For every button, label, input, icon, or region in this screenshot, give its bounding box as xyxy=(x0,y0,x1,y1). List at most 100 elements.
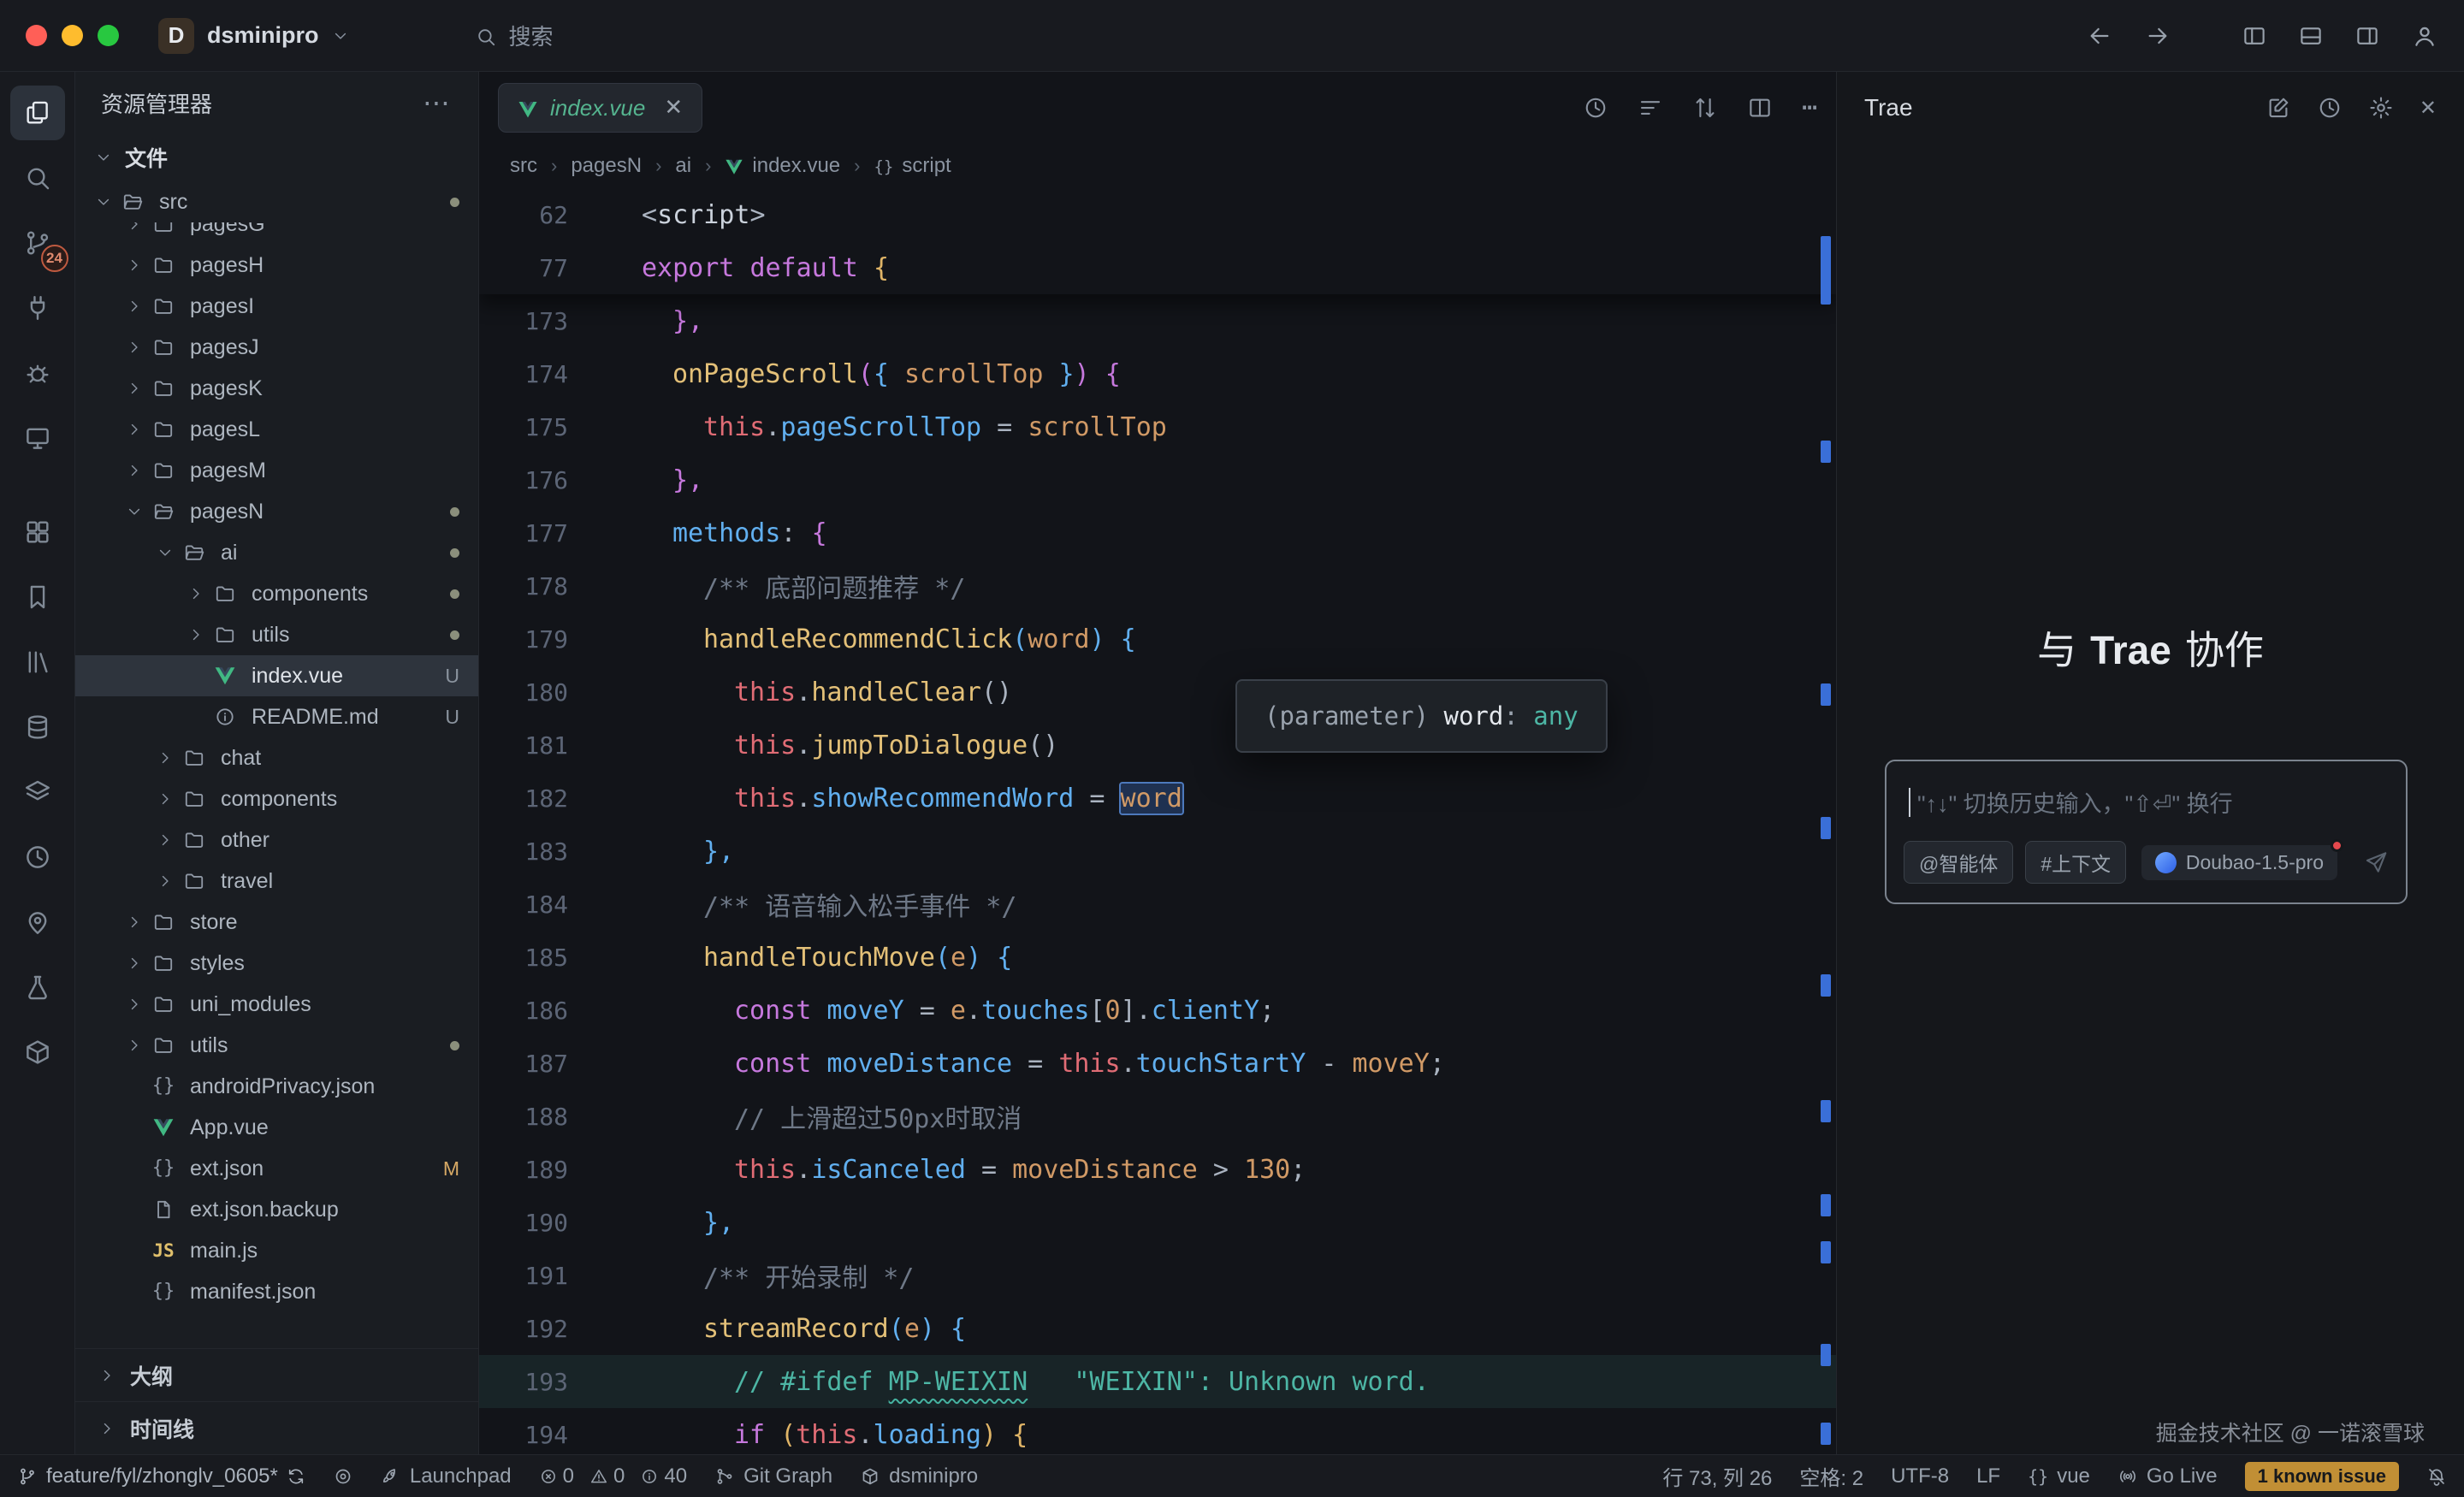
compare-button[interactable] xyxy=(1692,95,1718,121)
forward-button[interactable] xyxy=(2144,22,2171,50)
git-graph[interactable]: Git Graph xyxy=(714,1464,832,1488)
activity-explorer[interactable] xyxy=(10,86,65,140)
close-tab-icon[interactable]: ✕ xyxy=(664,95,683,121)
go-live[interactable]: Go Live xyxy=(2118,1464,2218,1488)
tree-item-ai[interactable]: ai xyxy=(75,532,478,573)
tree-item-index.vue[interactable]: index.vueU xyxy=(75,655,478,696)
tree-item-store[interactable]: store xyxy=(75,902,478,943)
more-icon[interactable]: ⋯ xyxy=(423,86,453,119)
timeline-section[interactable]: 时间线 xyxy=(75,1401,478,1454)
code-line-173[interactable]: 173}, xyxy=(479,294,1836,347)
activity-testing[interactable] xyxy=(10,960,65,1015)
activity-bookmarks[interactable] xyxy=(10,570,65,624)
cursor-position[interactable]: 行 73, 列 26 xyxy=(1662,1461,1772,1491)
close-window-button[interactable] xyxy=(26,25,47,46)
tree-item-travel[interactable]: travel xyxy=(75,861,478,902)
target-indicator[interactable] xyxy=(333,1466,353,1487)
workspace-switcher[interactable]: D dsminipro xyxy=(158,18,349,54)
code-line-185[interactable]: 185handleTouchMove(e) { xyxy=(479,931,1836,984)
breadcrumb-src[interactable]: src xyxy=(510,154,537,178)
toggle-left-panel-button[interactable] xyxy=(2242,23,2267,49)
tree-item-pagesH[interactable]: pagesH xyxy=(75,245,478,286)
activity-history[interactable] xyxy=(10,830,65,885)
code-area[interactable]: 62<script>77export default { 173},174onP… xyxy=(479,188,1836,1454)
toggle-bottom-panel-button[interactable] xyxy=(2298,23,2324,49)
activity-layers[interactable] xyxy=(10,765,65,820)
code-line-183[interactable]: 183}, xyxy=(479,825,1836,878)
zoom-window-button[interactable] xyxy=(98,25,119,46)
code-line-188[interactable]: 188// 上滑超过50px时取消 xyxy=(479,1090,1836,1143)
outline-section[interactable]: 大纲 xyxy=(75,1348,478,1401)
agent-chip[interactable]: @智能体 xyxy=(1904,841,2013,884)
chat-input[interactable]: "↑↓" 切换历史输入，"⇧⏎" 换行 @智能体 #上下文 Doubao-1.5-… xyxy=(1885,760,2408,904)
split-editor-button[interactable] xyxy=(1747,95,1773,121)
chat-history-button[interactable] xyxy=(2317,95,2343,121)
code-line-176[interactable]: 176}, xyxy=(479,453,1836,506)
account-icon[interactable] xyxy=(2411,22,2438,50)
code-line-192[interactable]: 192streamRecord(e) { xyxy=(479,1302,1836,1355)
send-button[interactable] xyxy=(2363,849,2389,875)
eol[interactable]: LF xyxy=(1976,1464,2000,1488)
tree-item-ext.json.backup[interactable]: ext.json.backup xyxy=(75,1189,478,1230)
code-line-182[interactable]: 182this.showRecommendWord = word xyxy=(479,772,1836,825)
tree-item-styles[interactable]: styles xyxy=(75,943,478,984)
activity-packages[interactable] xyxy=(10,1025,65,1080)
new-chat-button[interactable] xyxy=(2266,95,2291,121)
tab-index-vue[interactable]: index.vue ✕ xyxy=(498,83,702,133)
code-line-193[interactable]: 193// #ifdef MP-WEIXIN"WEIXIN": Unknown … xyxy=(479,1355,1836,1408)
tree-item-uni_modules[interactable]: uni_modules xyxy=(75,984,478,1025)
tree-item-other[interactable]: other xyxy=(75,820,478,861)
tree-item-pagesK[interactable]: pagesK xyxy=(75,368,478,409)
tree-item-pagesM[interactable]: pagesM xyxy=(75,450,478,491)
global-search[interactable]: 搜索 xyxy=(456,11,572,60)
tree-item-ext.json[interactable]: {}ext.jsonM xyxy=(75,1148,478,1189)
known-issue[interactable]: 1 known issue xyxy=(2245,1462,2399,1491)
activity-library[interactable] xyxy=(10,635,65,689)
code-line-186[interactable]: 186const moveY = e.touches[0].clientY; xyxy=(479,984,1836,1037)
breadcrumb-pagesN[interactable]: pagesN xyxy=(571,154,642,178)
tree-item-pagesI[interactable]: pagesI xyxy=(75,286,478,327)
project[interactable]: dsminipro xyxy=(860,1464,978,1488)
code-line-179[interactable]: 179handleRecommendClick(word) { xyxy=(479,612,1836,666)
git-branch[interactable]: feature/fyl/zhonglv_0605* xyxy=(17,1464,305,1488)
tree-item-pagesN[interactable]: pagesN xyxy=(75,491,478,532)
context-chip[interactable]: #上下文 xyxy=(2025,841,2126,884)
files-section-header[interactable]: 文件 xyxy=(75,133,478,181)
language-mode[interactable]: {}vue xyxy=(2028,1464,2090,1488)
code-line-187[interactable]: 187const moveDistance = this.touchStartY… xyxy=(479,1037,1836,1090)
model-selector[interactable]: Doubao-1.5-pro xyxy=(2141,845,2337,880)
code-line-194[interactable]: 194if (this.loading) { xyxy=(479,1408,1836,1454)
tree-item-App.vue[interactable]: App.vue xyxy=(75,1107,478,1148)
activity-debug[interactable] xyxy=(10,346,65,400)
notifications-muted[interactable] xyxy=(2426,1466,2447,1487)
launchpad[interactable]: Launchpad xyxy=(381,1464,512,1488)
activity-extensions[interactable] xyxy=(10,505,65,559)
code-line-181[interactable]: 181this.jumpToDialogue() xyxy=(479,719,1836,772)
tree-item-src[interactable]: src xyxy=(75,181,478,222)
activity-search[interactable] xyxy=(10,151,65,205)
tree-item-chat[interactable]: chat xyxy=(75,737,478,778)
code-line-174[interactable]: 174onPageScroll({ scrollTop }) { xyxy=(479,347,1836,400)
activity-database[interactable] xyxy=(10,700,65,754)
activity-preview[interactable] xyxy=(10,411,65,465)
breadcrumb-ai[interactable]: ai xyxy=(675,154,691,178)
close-panel-button[interactable]: ✕ xyxy=(2420,98,2437,119)
chat-input-placeholder-row[interactable]: "↑↓" 切换历史输入，"⇧⏎" 换行 xyxy=(1886,761,2406,829)
back-button[interactable] xyxy=(2086,22,2113,50)
settings-button[interactable] xyxy=(2368,95,2394,121)
code-line-177[interactable]: 177methods: { xyxy=(479,506,1836,559)
tree-item-components[interactable]: components xyxy=(75,778,478,820)
activity-remote[interactable] xyxy=(10,281,65,335)
activity-source-control[interactable]: 24 xyxy=(10,216,65,270)
tree-item-utils[interactable]: utils xyxy=(75,614,478,655)
code-line-184[interactable]: 184/** 语音输入松手事件 */ xyxy=(479,878,1836,931)
minimize-window-button[interactable] xyxy=(62,25,83,46)
code-line-191[interactable]: 191/** 开始录制 */ xyxy=(479,1249,1836,1302)
tree-item-pagesG[interactable]: pagesG xyxy=(75,222,478,245)
encoding[interactable]: UTF-8 xyxy=(1891,1464,1949,1488)
tree-item-README.md[interactable]: README.mdU xyxy=(75,696,478,737)
code-line-178[interactable]: 178/** 底部问题推荐 */ xyxy=(479,559,1836,612)
indentation[interactable]: 空格: 2 xyxy=(1799,1461,1863,1491)
file-history-button[interactable] xyxy=(1583,95,1608,121)
more-actions-button[interactable]: ⋯ xyxy=(1802,95,1817,121)
